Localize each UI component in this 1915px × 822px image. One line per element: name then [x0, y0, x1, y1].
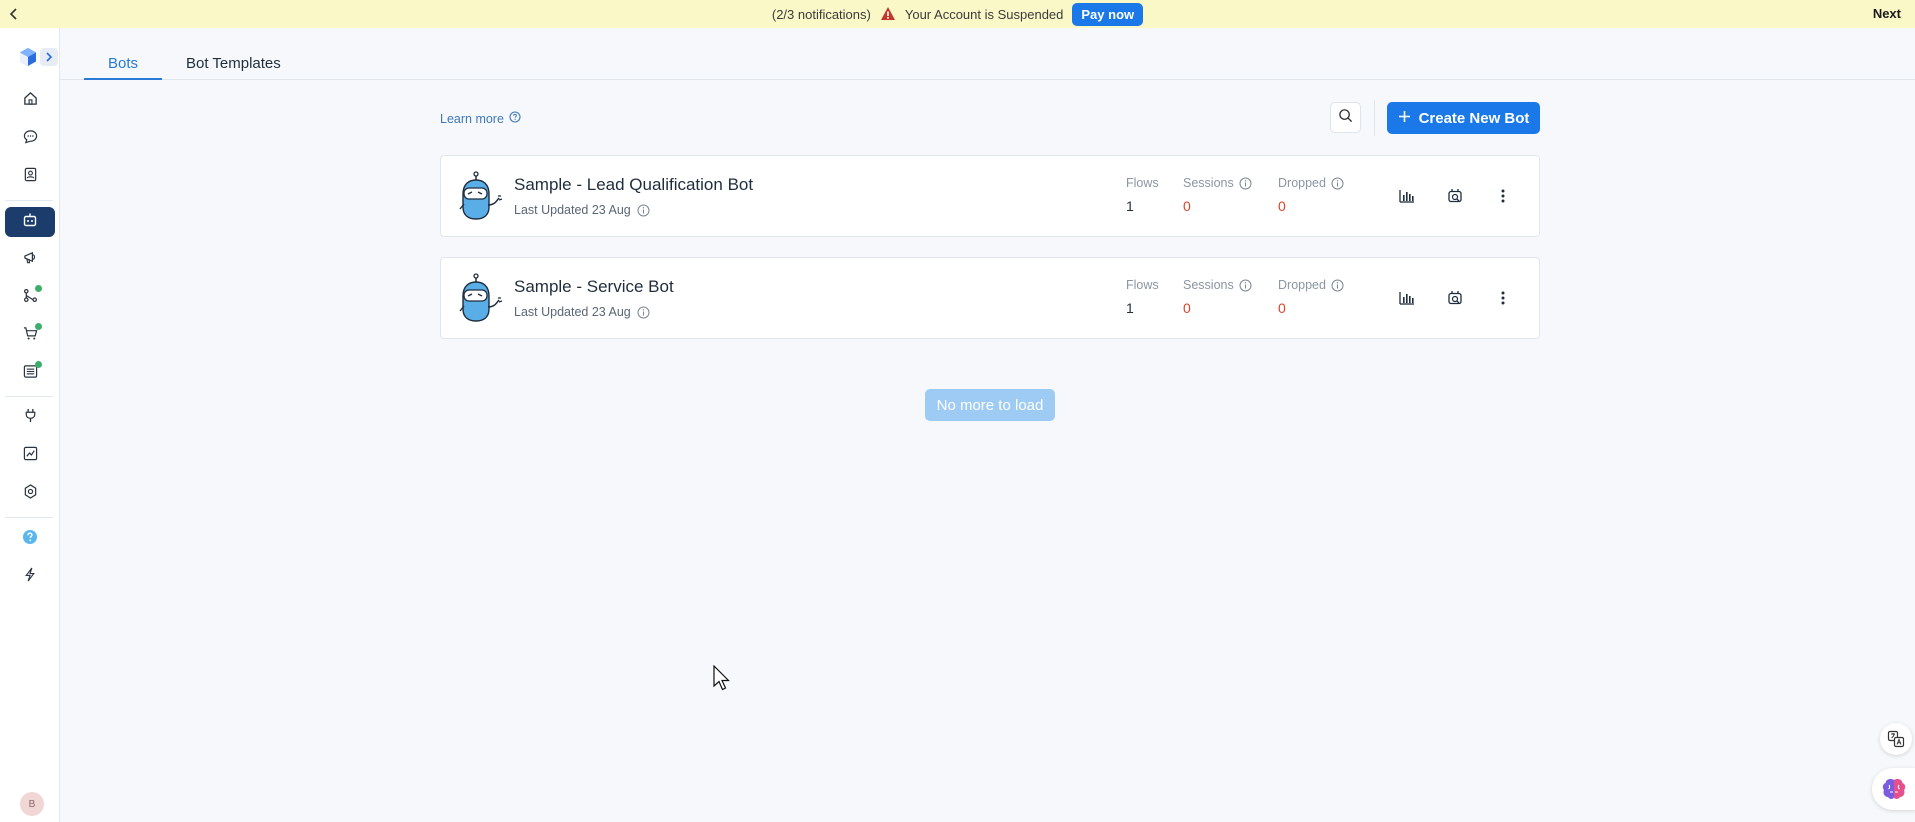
bot-avatar-icon	[458, 171, 504, 221]
stat-dropped: Dropped 0	[1278, 278, 1344, 316]
warning-icon	[880, 6, 896, 22]
bot-name[interactable]: Sample - Service Bot	[514, 277, 674, 297]
more-options-icon[interactable]	[1492, 287, 1514, 309]
sidebar-item-settings[interactable]	[5, 479, 55, 509]
stat-sessions-value: 0	[1183, 198, 1191, 214]
help-circle-icon	[509, 111, 521, 126]
learn-more-label: Learn more	[440, 111, 504, 126]
stat-flows: Flows 1	[1126, 278, 1159, 316]
create-new-bot-label: Create New Bot	[1418, 109, 1530, 127]
bar-chart-icon[interactable]	[1396, 287, 1418, 309]
learn-more-link[interactable]: Learn more	[440, 111, 521, 126]
search-icon	[1338, 108, 1353, 128]
bot-card[interactable]: Sample - Lead Qualification Bot Last Upd…	[440, 155, 1540, 237]
chat-icon	[23, 129, 38, 149]
active-tab-indicator	[84, 78, 162, 80]
notification-bar: (2/3 notifications) Your Account is Susp…	[0, 0, 1915, 28]
sidebar-divider	[5, 396, 53, 397]
sidebar: B	[0, 28, 60, 822]
bolt-icon	[23, 567, 37, 587]
sidebar-item-flows[interactable]	[5, 283, 55, 313]
notification-message: Your Account is Suspended	[904, 6, 1064, 22]
sidebar-item-campaigns[interactable]	[5, 245, 55, 275]
stat-dropped: Dropped 0	[1278, 176, 1344, 214]
next-notification-button[interactable]: Next	[1873, 6, 1901, 21]
stat-dropped-value: 0	[1278, 300, 1286, 316]
expand-sidebar-button[interactable]	[40, 48, 58, 66]
sidebar-item-commerce[interactable]	[5, 321, 55, 351]
stat-flows: Flows 1	[1126, 176, 1159, 214]
info-icon[interactable]	[1239, 177, 1252, 190]
settings-icon	[23, 484, 38, 504]
bot-last-updated: Last Updated 23 Aug	[514, 305, 650, 319]
stat-flows-label: Flows	[1126, 176, 1159, 190]
sidebar-item-chat[interactable]	[5, 124, 55, 154]
help-icon	[22, 529, 38, 550]
stat-dropped-value: 0	[1278, 198, 1286, 214]
notification-content: (2/3 notifications) Your Account is Susp…	[771, 2, 1144, 26]
sidebar-item-home[interactable]	[5, 86, 55, 116]
translate-icon[interactable]	[1880, 723, 1912, 755]
info-icon[interactable]	[1331, 177, 1344, 190]
toolbar-divider	[1374, 100, 1375, 136]
stat-flows-label: Flows	[1126, 278, 1159, 292]
sidebar-item-lists[interactable]	[5, 359, 55, 389]
tab-bar: Bots Bot Templates	[60, 28, 1915, 80]
stat-sessions: Sessions 0	[1183, 176, 1252, 214]
mouse-cursor-icon	[713, 664, 733, 693]
bot-last-updated: Last Updated 23 Aug	[514, 203, 650, 217]
test-bot-icon[interactable]	[1444, 185, 1466, 207]
bot-icon	[22, 212, 38, 233]
plug-icon	[23, 408, 38, 428]
stat-flows-value: 1	[1126, 300, 1134, 316]
notification-dot	[35, 285, 42, 292]
notification-dot	[35, 323, 42, 330]
logo-icon[interactable]	[17, 46, 39, 68]
sidebar-item-contacts[interactable]	[5, 162, 55, 192]
bar-chart-icon[interactable]	[1396, 185, 1418, 207]
sidebar-item-integrations[interactable]	[5, 403, 55, 433]
avatar[interactable]: B	[20, 792, 44, 816]
stat-dropped-label: Dropped	[1278, 278, 1326, 292]
stat-sessions-label: Sessions	[1183, 176, 1234, 190]
contacts-icon	[23, 167, 38, 187]
notification-counter: (2/3 notifications)	[771, 6, 871, 22]
bot-avatar-icon	[458, 273, 504, 323]
bot-name[interactable]: Sample - Lead Qualification Bot	[514, 175, 753, 195]
stat-sessions: Sessions 0	[1183, 278, 1252, 316]
pay-now-button[interactable]: Pay now	[1072, 2, 1144, 26]
create-new-bot-button[interactable]: Create New Bot	[1387, 102, 1540, 134]
stat-sessions-value: 0	[1183, 300, 1191, 316]
last-updated-text: Last Updated 23 Aug	[514, 203, 631, 217]
plus-icon	[1398, 110, 1411, 127]
info-icon[interactable]	[637, 306, 650, 319]
sidebar-divider	[5, 517, 53, 518]
notification-dot	[35, 361, 42, 368]
stat-sessions-label: Sessions	[1183, 278, 1234, 292]
analytics-icon	[23, 446, 38, 466]
test-bot-icon[interactable]	[1444, 287, 1466, 309]
no-more-to-load-button: No more to load	[925, 389, 1055, 421]
home-icon	[23, 91, 38, 111]
stat-flows-value: 1	[1126, 198, 1134, 214]
info-icon[interactable]	[1239, 279, 1252, 292]
info-icon[interactable]	[1331, 279, 1344, 292]
tab-bots[interactable]: Bots	[108, 55, 138, 72]
megaphone-icon	[23, 250, 38, 270]
chevron-left-icon[interactable]	[4, 4, 24, 24]
bot-card[interactable]: Sample - Service Bot Last Updated 23 Aug…	[440, 257, 1540, 339]
sidebar-item-quick-actions[interactable]	[5, 562, 55, 592]
more-options-icon[interactable]	[1492, 185, 1514, 207]
search-button[interactable]	[1330, 102, 1361, 133]
sidebar-item-analytics[interactable]	[5, 441, 55, 471]
ai-assistant-icon[interactable]	[1872, 768, 1915, 810]
info-icon[interactable]	[637, 204, 650, 217]
sidebar-divider	[5, 200, 53, 201]
last-updated-text: Last Updated 23 Aug	[514, 305, 631, 319]
sidebar-item-bots[interactable]	[5, 207, 55, 237]
stat-dropped-label: Dropped	[1278, 176, 1326, 190]
tab-bot-templates[interactable]: Bot Templates	[186, 55, 281, 72]
sidebar-item-help[interactable]	[5, 524, 55, 554]
